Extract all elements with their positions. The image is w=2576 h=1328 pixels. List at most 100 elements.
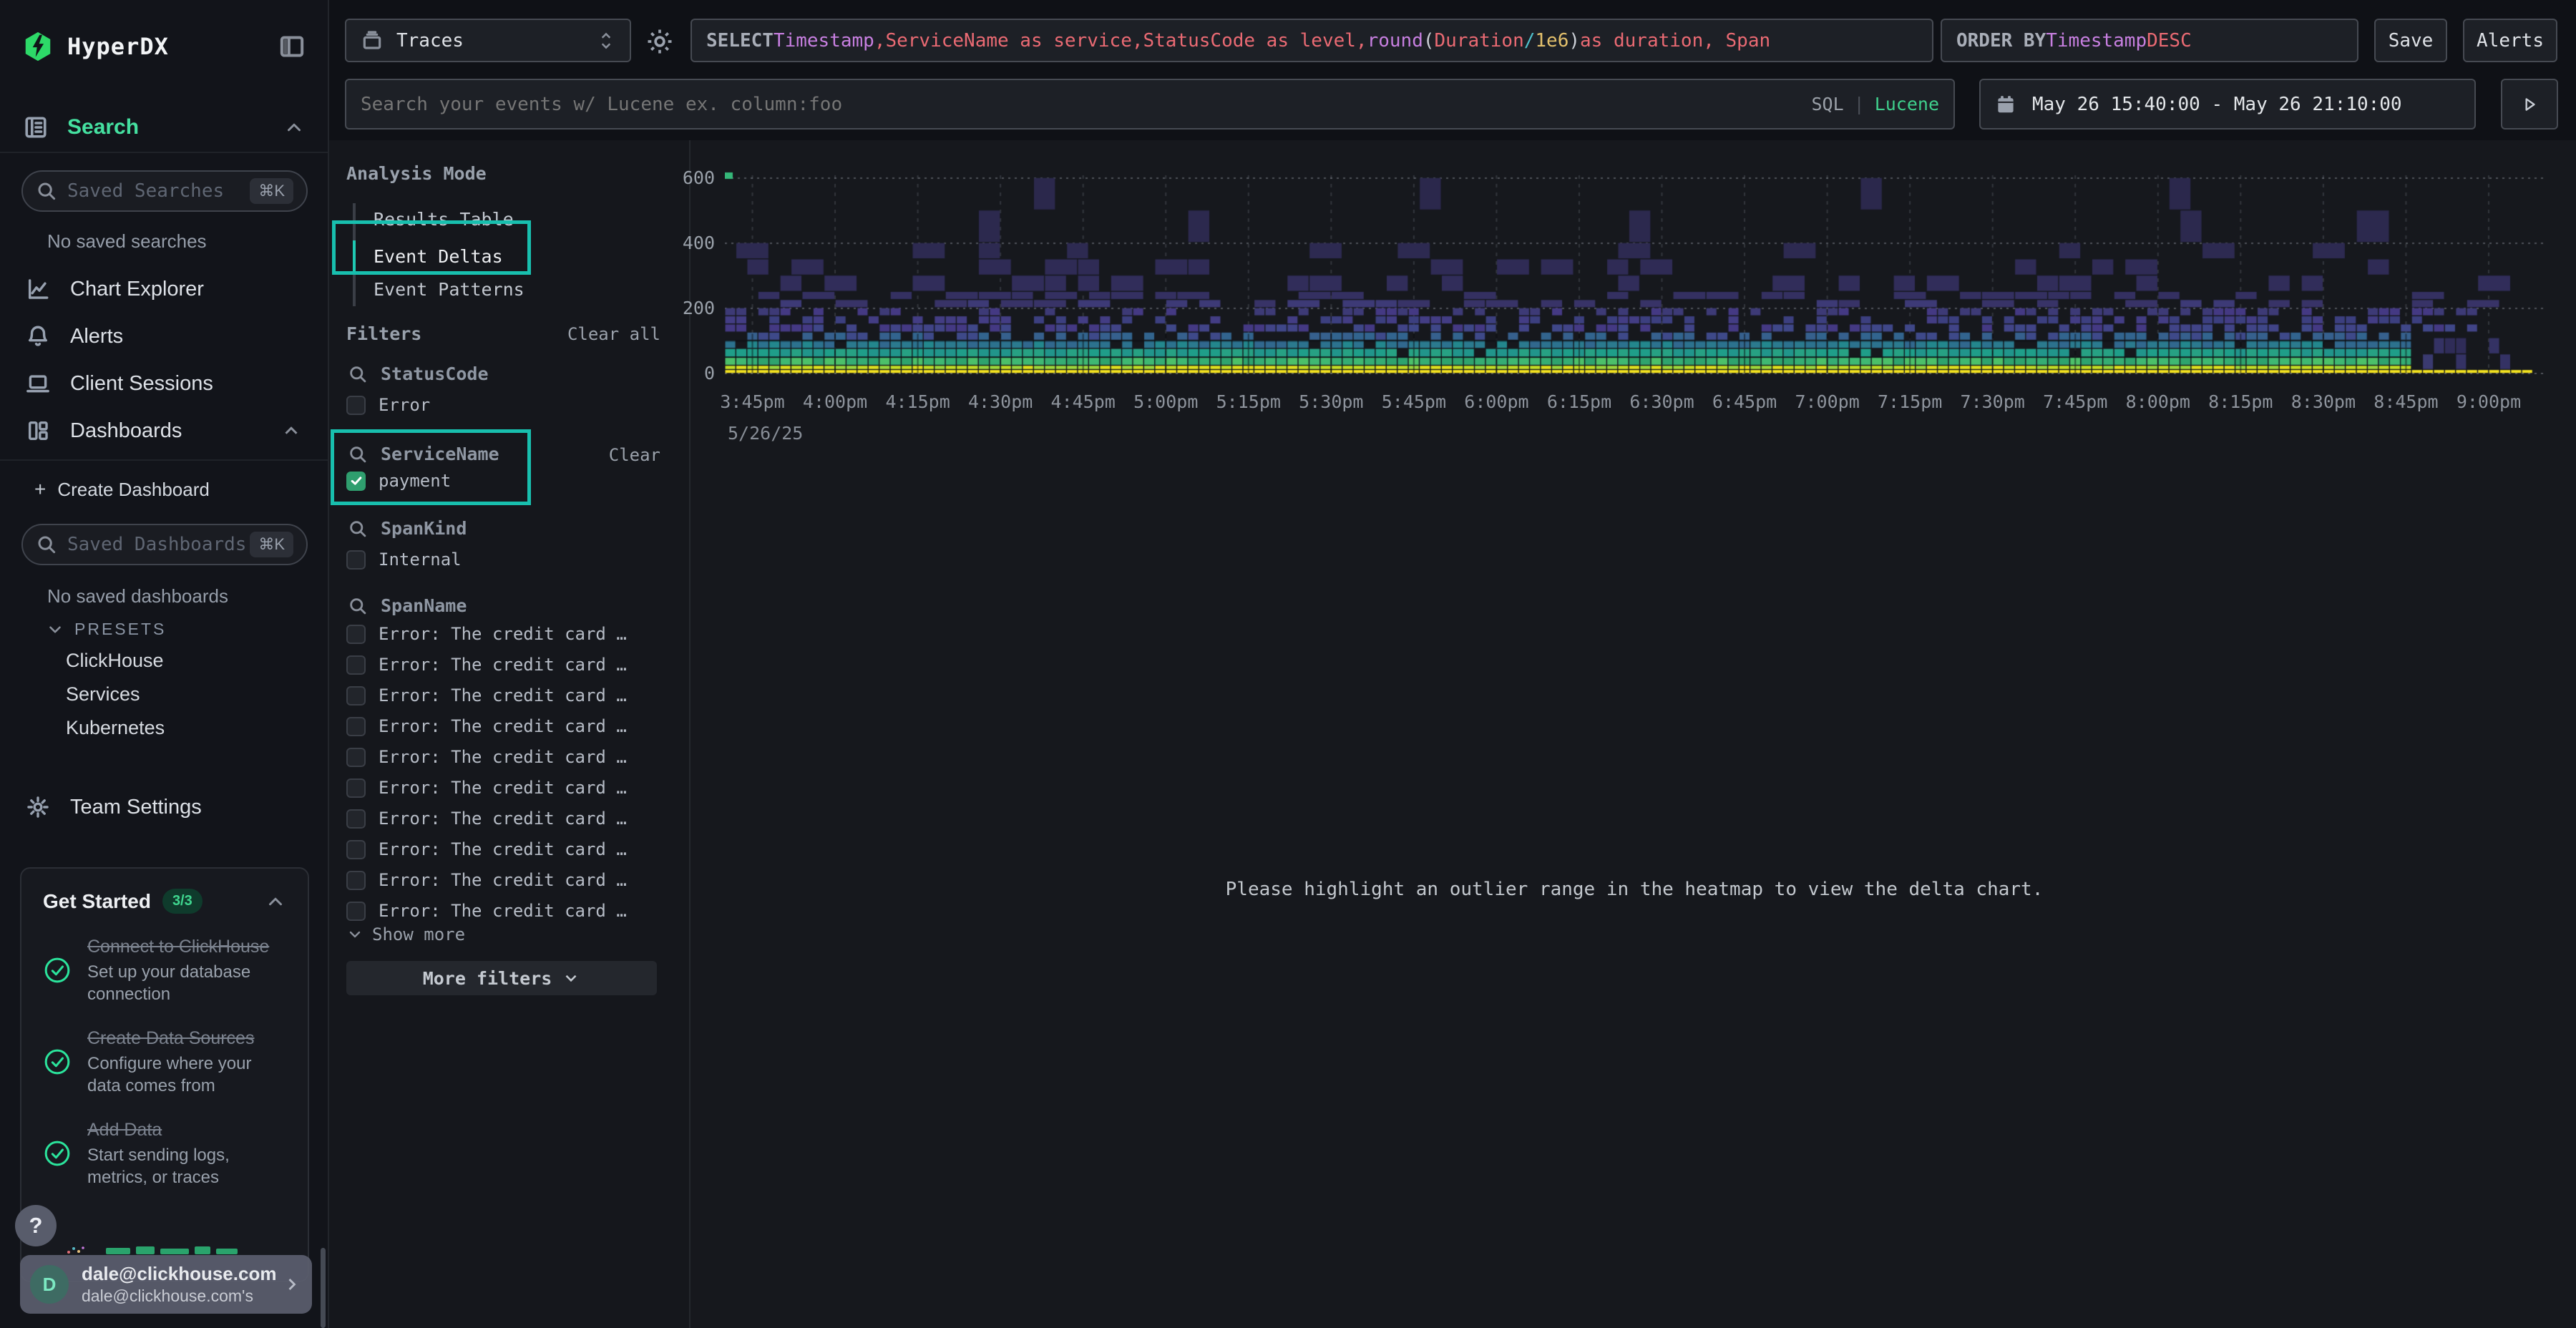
sql-token: ORDER BY [1956,30,2046,52]
no-saved-searches-text: No saved searches [47,230,207,253]
x-tick-label: 8:00pm [2126,391,2190,412]
more-filters-button[interactable]: More filters [346,961,657,995]
x-tick-label: 4:15pm [885,391,950,412]
chevron-up-icon[interactable] [283,117,305,138]
checkbox[interactable] [346,396,366,415]
alerts-button[interactable]: Alerts [2463,19,2557,62]
x-tick-label: 3:45pm [720,391,784,412]
filter-option-label: Error: The credit card … [379,809,627,829]
filter-option-spanname[interactable]: Error: The credit card … [346,747,627,767]
mode-separator: | [1854,94,1865,114]
x-tick-label: 6:00pm [1464,391,1528,412]
checkbox-checked[interactable] [346,472,366,491]
search-section-icon [23,114,49,140]
x-tick-label: 5:15pm [1216,391,1281,412]
sidebar-item-client-sessions[interactable]: Client Sessions [0,361,328,406]
checkbox[interactable] [346,748,366,767]
chevron-up-icon[interactable] [265,891,286,912]
checkbox[interactable] [346,717,366,736]
checkbox[interactable] [346,809,366,829]
line-chart-icon [26,277,50,301]
sidebar-item-label: Alerts [70,325,123,348]
get-started-title: Get Started [43,890,151,913]
order-by-editor[interactable]: ORDER BY Timestamp DESC [1941,19,2358,62]
saved-dashboards-field[interactable] [67,534,250,555]
x-tick-label: 7:30pm [1961,391,2025,412]
date-range-picker[interactable]: May 26 15:40:00 - May 26 21:10:00 [1979,79,2476,130]
checkbox[interactable] [346,625,366,644]
filter-option-spanname[interactable]: Error: The credit card … [346,870,627,890]
checkbox[interactable] [346,871,366,890]
checklist-item[interactable]: Add Data Start sending logs, metrics, or… [43,1118,286,1188]
x-tick-label: 8:15pm [2208,391,2273,412]
filter-option-spanname[interactable]: Error: The credit card … [346,685,627,706]
mode-event-deltas[interactable]: Event Deltas [374,246,503,267]
show-more-link[interactable]: Show more [346,924,465,944]
source-select[interactable]: Traces [345,19,631,62]
live-tail-button[interactable] [2501,79,2558,130]
sidebar-item-dashboards[interactable]: Dashboards [0,408,328,454]
preset-clickhouse[interactable]: ClickHouse [66,650,164,672]
chevron-up-icon[interactable] [280,420,302,441]
preset-services[interactable]: Services [66,683,140,706]
lucene-mode-toggle[interactable]: Lucene [1875,94,1939,114]
checklist-item-title: Connect to ClickHouse [87,935,275,958]
checklist-item[interactable]: Create Data Sources Configure where your… [43,1027,286,1097]
sql-token: StatusCode as level [1143,30,1356,52]
sidebar-item-alerts[interactable]: Alerts [0,313,328,359]
checkbox[interactable] [346,655,366,675]
sql-mode-toggle[interactable]: SQL [1811,94,1843,114]
preset-kubernetes[interactable]: Kubernetes [66,717,165,739]
clear-servicename-button[interactable]: Clear [609,445,660,465]
filter-option-spanname[interactable]: Error: The credit card … [346,716,627,736]
checklist-item-desc: Configure where your data comes from [87,1053,275,1097]
clear-all-button[interactable]: Clear all [567,324,660,344]
checkbox[interactable] [346,550,366,570]
filter-option-spanname[interactable]: Error: The credit card … [346,624,627,644]
saved-searches-field[interactable] [67,180,250,202]
checklist-item[interactable]: Connect to ClickHouse Set up your databa… [43,935,286,1005]
saved-searches-input[interactable]: ⌘K [21,170,308,212]
checkbox[interactable] [346,686,366,706]
topbar: Traces SELECT Timestamp, ServiceName as … [329,0,2576,140]
checkbox[interactable] [346,840,366,859]
filter-option-payment[interactable]: payment [346,471,451,491]
filter-group-spanname[interactable]: SpanName [348,595,467,616]
filter-option-spanname[interactable]: Error: The credit card … [346,809,627,829]
sidebar-item-label: Chart Explorer [70,278,204,301]
create-dashboard-button[interactable]: + Create Dashboard [34,478,210,501]
analysis-mode-label: Analysis Mode [346,163,487,184]
filter-option-internal[interactable]: Internal [346,550,462,570]
mode-results-table[interactable]: Results Table [374,209,514,230]
heatmap-canvas[interactable] [725,171,2544,374]
mode-event-patterns[interactable]: Event Patterns [374,279,525,300]
event-search-bar[interactable]: SQL | Lucene [345,79,1955,130]
help-button[interactable]: ? [15,1205,57,1246]
filter-group-servicename[interactable]: ServiceName [348,444,499,464]
sql-token: ( [1423,30,1435,52]
filter-option-spanname[interactable]: Error: The credit card … [346,655,627,675]
filter-group-spankind[interactable]: SpanKind [348,518,467,539]
sidebar-item-search[interactable]: Search [0,106,328,149]
filter-option-error[interactable]: Error [346,395,430,415]
save-button[interactable]: Save [2374,19,2447,62]
filter-option-spanname[interactable]: Error: The credit card … [346,778,627,798]
collapse-sidebar-icon[interactable] [278,32,306,61]
saved-dashboards-input[interactable]: ⌘K [21,524,308,565]
search-icon [348,596,368,616]
x-tick-label: 7:00pm [1795,391,1859,412]
event-search-input[interactable] [361,94,1811,115]
filter-option-spanname[interactable]: Error: The credit card … [346,839,627,859]
presets-toggle[interactable]: PRESETS [46,620,166,639]
query-settings-gear-icon[interactable] [644,26,675,57]
filter-option-spanname[interactable]: Error: The credit card … [346,901,627,921]
sql-select-editor[interactable]: SELECT Timestamp, ServiceName as service… [691,19,1933,62]
filter-group-statuscode[interactable]: StatusCode [348,363,489,384]
checkbox[interactable] [346,902,366,921]
checkbox[interactable] [346,778,366,798]
filters-panel: Analysis Mode Results Table Event Deltas… [329,140,691,1328]
user-menu[interactable]: D dale@clickhouse.com dale@clickhouse.co… [20,1255,312,1314]
sidebar-item-chart-explorer[interactable]: Chart Explorer [0,266,328,312]
sidebar-scrollbar[interactable] [321,1248,326,1328]
sidebar-item-team-settings[interactable]: Team Settings [0,784,328,830]
